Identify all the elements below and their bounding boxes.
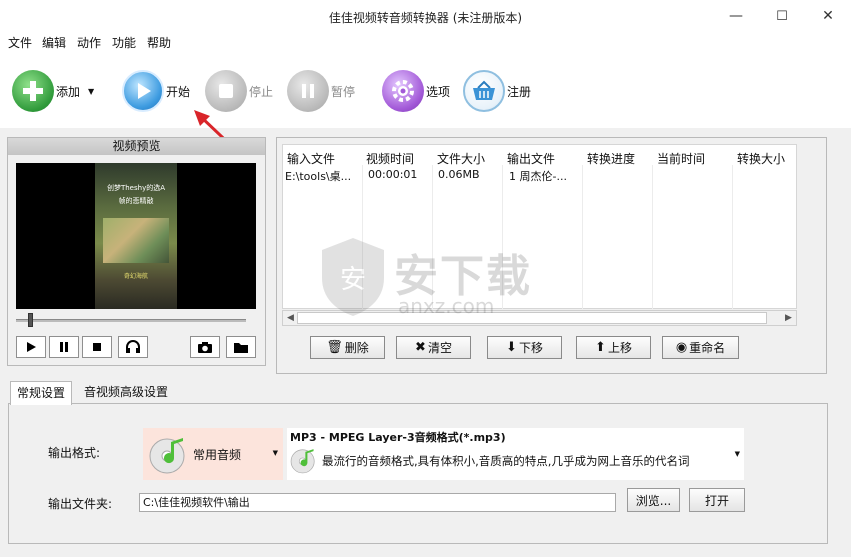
register-button[interactable]: 注册 — [463, 70, 531, 112]
rename-button[interactable]: ◉ 重命名 — [662, 336, 739, 359]
dropdown-arrow-icon[interactable]: ▼ — [273, 449, 278, 457]
video-overlay-subtitle: 帧的悲精敲 — [118, 197, 154, 205]
camera-icon — [198, 341, 212, 353]
move-down-label: 下移 — [518, 341, 543, 355]
playback-slider[interactable] — [16, 319, 246, 322]
trash-icon: 🗑 — [326, 340, 343, 355]
x-icon: ✖ — [415, 340, 426, 355]
audio-disc-icon — [290, 449, 315, 474]
delete-label: 删除 — [344, 341, 369, 355]
options-label: 选项 — [426, 84, 451, 99]
scrollbar-thumb[interactable] — [297, 312, 767, 324]
preview-header: 视频预览 — [8, 138, 265, 155]
column-divider — [582, 165, 583, 309]
audio-disc-icon — [149, 438, 185, 474]
gear-icon — [382, 70, 424, 112]
basket-icon — [463, 70, 505, 112]
output-folder-label: 输出文件夹: — [48, 497, 113, 511]
video-overlay-title: 创梦Theshy的选A — [106, 184, 166, 192]
open-folder-button[interactable] — [226, 336, 256, 358]
cell-output-file: 1 周杰伦-... — [509, 170, 567, 183]
snapshot-button[interactable] — [190, 336, 220, 358]
playback-slider-thumb[interactable] — [27, 313, 33, 327]
column-divider — [732, 165, 733, 309]
stop-icon — [93, 343, 101, 351]
open-button[interactable]: 打开 — [689, 488, 745, 512]
register-label: 注册 — [507, 84, 532, 99]
video-frame: 创梦Theshy的选A 帧的悲精敲 奇幻海航 — [95, 163, 177, 309]
start-label: 开始 — [166, 84, 191, 99]
clear-label: 清空 — [427, 341, 452, 355]
move-down-button[interactable]: ⬇ 下移 — [487, 336, 562, 359]
options-button[interactable]: 选项 — [382, 70, 450, 112]
menu-function[interactable]: 功能 — [112, 34, 136, 51]
column-divider — [432, 165, 433, 309]
pause-playback-button[interactable] — [49, 336, 79, 358]
start-button[interactable]: 开始 — [122, 70, 190, 112]
tab-advanced-settings[interactable]: 音视频高级设置 — [78, 381, 174, 404]
cell-video-time: 00:00:01 — [368, 168, 418, 181]
format-name: MP3 - MPEG Layer-3音频格式(*.mp3) — [290, 431, 506, 444]
pause-icon — [287, 70, 329, 112]
play-button[interactable] — [16, 336, 46, 358]
menu-action[interactable]: 动作 — [77, 34, 101, 51]
format-category-label: 常用音频 — [193, 447, 242, 462]
folder-icon — [234, 342, 248, 353]
play-icon — [27, 342, 36, 352]
column-divider — [652, 165, 653, 309]
close-button[interactable]: ✕ — [805, 0, 851, 32]
clear-button[interactable]: ✖ 清空 — [396, 336, 471, 359]
menu-help[interactable]: 帮助 — [147, 34, 171, 51]
arrow-down-icon: ⬇ — [506, 340, 517, 355]
play-icon — [122, 70, 164, 112]
add-button[interactable]: 添加 ▼ — [12, 70, 94, 112]
rename-label: 重命名 — [689, 341, 726, 355]
format-select[interactable]: MP3 - MPEG Layer-3音频格式(*.mp3) 最流行的音频格式,具… — [287, 428, 744, 480]
add-label: 添加 — [56, 84, 81, 99]
pause-icon — [60, 342, 68, 352]
plus-icon — [12, 70, 54, 112]
stop-button[interactable]: 停止 — [205, 70, 273, 112]
headphones-icon — [126, 340, 140, 353]
stop-playback-button[interactable] — [82, 336, 112, 358]
minimize-button[interactable]: — — [713, 0, 759, 32]
column-divider — [502, 165, 503, 309]
format-description: 最流行的音频格式,具有体积小,音质高的特点,几乎成为网上音乐的代名词 — [322, 454, 690, 468]
arrow-up-icon: ⬆ — [595, 340, 606, 355]
pause-button[interactable]: 暂停 — [287, 70, 355, 112]
dropdown-arrow-icon[interactable]: ▼ — [88, 87, 94, 96]
menu-edit[interactable]: 编辑 — [42, 34, 66, 51]
cell-file-size: 0.06MB — [438, 168, 480, 181]
pause-label: 暂停 — [331, 84, 356, 99]
output-format-label: 输出格式: — [48, 446, 101, 460]
cell-input-file: E:\tools\桌... — [285, 170, 352, 183]
format-category-select[interactable]: 常用音频 ▼ — [143, 428, 283, 480]
audio-button[interactable] — [118, 336, 148, 358]
move-up-label: 上移 — [607, 341, 632, 355]
stop-label: 停止 — [249, 84, 274, 99]
video-overlay-caption: 奇幻海航 — [123, 273, 148, 280]
menu-file[interactable]: 文件 — [8, 34, 32, 51]
dropdown-arrow-icon[interactable]: ▼ — [735, 450, 740, 458]
scroll-left-icon[interactable]: ◀ — [283, 310, 298, 326]
video-thumbnail — [103, 218, 169, 263]
tab-general-settings[interactable]: 常规设置 — [10, 381, 73, 405]
column-divider — [362, 165, 363, 309]
stop-icon — [205, 70, 247, 112]
output-folder-field[interactable]: C:\佳佳视频软件\输出 — [139, 493, 616, 512]
move-up-button[interactable]: ⬆ 上移 — [576, 336, 651, 359]
delete-button[interactable]: 🗑 删除 — [310, 336, 385, 359]
maximize-button[interactable]: ☐ — [759, 0, 805, 32]
scroll-right-icon[interactable]: ▶ — [781, 310, 796, 326]
browse-button[interactable]: 浏览... — [627, 488, 680, 512]
film-reel-icon: ◉ — [675, 340, 688, 355]
